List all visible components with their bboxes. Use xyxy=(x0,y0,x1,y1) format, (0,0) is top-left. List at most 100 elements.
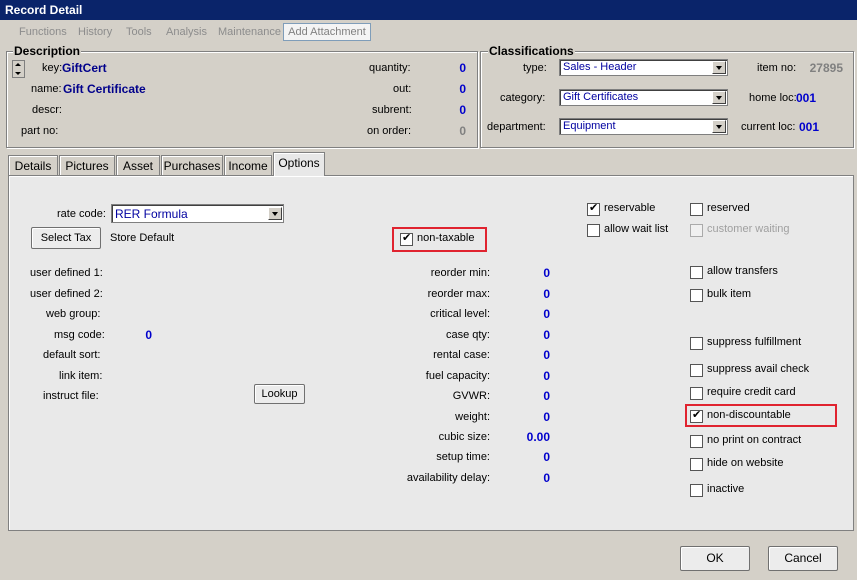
suppress-fulfillment-label: suppress fulfillment xyxy=(707,336,802,348)
middle-field-label: GVWR: xyxy=(452,390,490,402)
middle-field-label: rental case: xyxy=(433,349,490,361)
non-discountable-label: non-discountable xyxy=(707,409,791,421)
msg-code-value: 0 xyxy=(145,328,152,342)
lookup-button[interactable]: Lookup xyxy=(254,384,305,404)
tab-details[interactable]: Details xyxy=(8,155,58,175)
middle-field-value: 0.00 xyxy=(526,430,550,444)
checkbox-box[interactable] xyxy=(690,289,703,302)
checkbox-box[interactable] xyxy=(690,458,703,471)
tab-asset[interactable]: Asset xyxy=(116,155,160,175)
require-credit-card-label: require credit card xyxy=(707,386,796,398)
cancel-button[interactable]: Cancel xyxy=(768,546,838,571)
menu-functions[interactable]: Functions xyxy=(19,26,67,38)
checkbox-box[interactable] xyxy=(690,408,703,423)
out-value: 0 xyxy=(459,82,466,96)
chevron-down-icon[interactable] xyxy=(268,207,282,220)
rate-code-label: rate code: xyxy=(57,208,106,220)
category-label: category: xyxy=(500,92,546,104)
chevron-down-icon[interactable] xyxy=(712,120,726,133)
ok-button[interactable]: OK xyxy=(680,546,750,571)
tab-income[interactable]: Income xyxy=(224,155,272,175)
menu-tools[interactable]: Tools xyxy=(126,26,152,38)
checkbox-box[interactable] xyxy=(690,337,703,350)
middle-field-label: reorder min: xyxy=(430,267,490,279)
checkbox-box[interactable] xyxy=(690,484,703,497)
middle-field-value: 0 xyxy=(543,389,550,403)
middle-field-label: fuel capacity: xyxy=(425,370,490,382)
menu-analysis[interactable]: Analysis xyxy=(166,26,207,38)
suppress-avail-check-label: suppress avail check xyxy=(707,363,810,375)
checkbox-box[interactable] xyxy=(587,224,600,237)
onorder-value: 0 xyxy=(459,124,466,138)
description-title: Description xyxy=(13,44,82,58)
checkbox-box[interactable] xyxy=(400,231,413,246)
default-sort-label: default sort: xyxy=(43,349,101,361)
reservable-label: reservable xyxy=(604,202,656,214)
middle-field-label: setup time: xyxy=(436,451,490,463)
classifications-title: Classifications xyxy=(488,44,575,58)
web-group-label: web group: xyxy=(46,308,101,320)
type-select[interactable]: Sales - Header xyxy=(559,59,728,76)
link-item-label: link item: xyxy=(59,370,103,382)
tab-options[interactable]: Options xyxy=(273,152,325,176)
rate-code-value: RER Formula xyxy=(115,207,188,221)
partno-label: part no: xyxy=(21,125,59,137)
chevron-down-icon[interactable] xyxy=(712,91,726,104)
currentloc-label: current loc: xyxy=(741,121,796,133)
customer-waiting-label: customer waiting xyxy=(707,223,790,235)
middle-field-value: 0 xyxy=(543,410,550,424)
category-select[interactable]: Gift Certificates xyxy=(559,89,728,106)
hide-on-website-label: hide on website xyxy=(707,457,784,469)
type-label: type: xyxy=(523,62,547,74)
middle-field-value: 0 xyxy=(543,287,550,301)
allow-transfers-label: allow transfers xyxy=(707,265,778,277)
name-label: name: xyxy=(31,83,62,95)
checkbox-box[interactable] xyxy=(690,435,703,448)
name-value: Gift Certificate xyxy=(63,82,146,96)
checkbox-box[interactable] xyxy=(690,203,703,216)
non-taxable-label: non-taxable xyxy=(417,232,475,244)
user-defined-2-label: user defined 2: xyxy=(30,288,103,300)
checkbox-box[interactable] xyxy=(690,387,703,400)
department-select[interactable]: Equipment xyxy=(559,118,728,135)
itemno-label: item no: xyxy=(757,62,797,74)
middle-field-label: availability delay: xyxy=(406,472,490,484)
user-defined-1-label: user defined 1: xyxy=(30,267,103,279)
select-tax-button[interactable]: Select Tax xyxy=(31,227,101,249)
checkbox-box xyxy=(690,224,703,237)
store-default-text: Store Default xyxy=(110,232,175,244)
middle-field-label: cubic size: xyxy=(438,431,490,443)
window-title: Record Detail xyxy=(0,0,857,20)
homeloc-label: home loc: xyxy=(749,92,797,104)
department-label: department: xyxy=(487,121,546,133)
reserved-label: reserved xyxy=(707,202,750,214)
key-label: key: xyxy=(42,62,63,74)
quantity-label: quantity: xyxy=(369,62,411,74)
record-spinner[interactable] xyxy=(12,60,25,78)
currentloc-value: 001 xyxy=(799,120,820,134)
menu-history[interactable]: History xyxy=(78,26,112,38)
middle-field-value: 0 xyxy=(543,307,550,321)
no-print-on-contract-label: no print on contract xyxy=(707,434,802,446)
menu-maintenance[interactable]: Maintenance xyxy=(218,26,281,38)
key-value: GiftCert xyxy=(62,61,107,75)
chevron-down-icon[interactable] xyxy=(712,61,726,74)
middle-field-value: 0 xyxy=(543,450,550,464)
onorder-label: on order: xyxy=(367,125,412,137)
checkbox-box[interactable] xyxy=(690,364,703,377)
add-attachment-button[interactable]: Add Attachment xyxy=(283,23,371,41)
checkbox-box[interactable] xyxy=(690,266,703,279)
msg-code-label: msg code: xyxy=(54,329,105,341)
middle-field-label: case qty: xyxy=(445,329,490,341)
checkbox-box[interactable] xyxy=(587,201,600,216)
department-select-value: Equipment xyxy=(563,120,616,132)
rate-code-select[interactable]: RER Formula xyxy=(111,204,284,223)
middle-field-label: weight: xyxy=(455,411,490,423)
tab-purchases[interactable]: Purchases xyxy=(161,155,223,175)
instruct-file-label: instruct file: xyxy=(43,390,99,402)
quantity-value: 0 xyxy=(459,61,466,75)
middle-field-value: 0 xyxy=(543,471,550,485)
out-label: out: xyxy=(393,83,412,95)
itemno-value: 27895 xyxy=(809,61,843,75)
tab-pictures[interactable]: Pictures xyxy=(59,155,115,175)
